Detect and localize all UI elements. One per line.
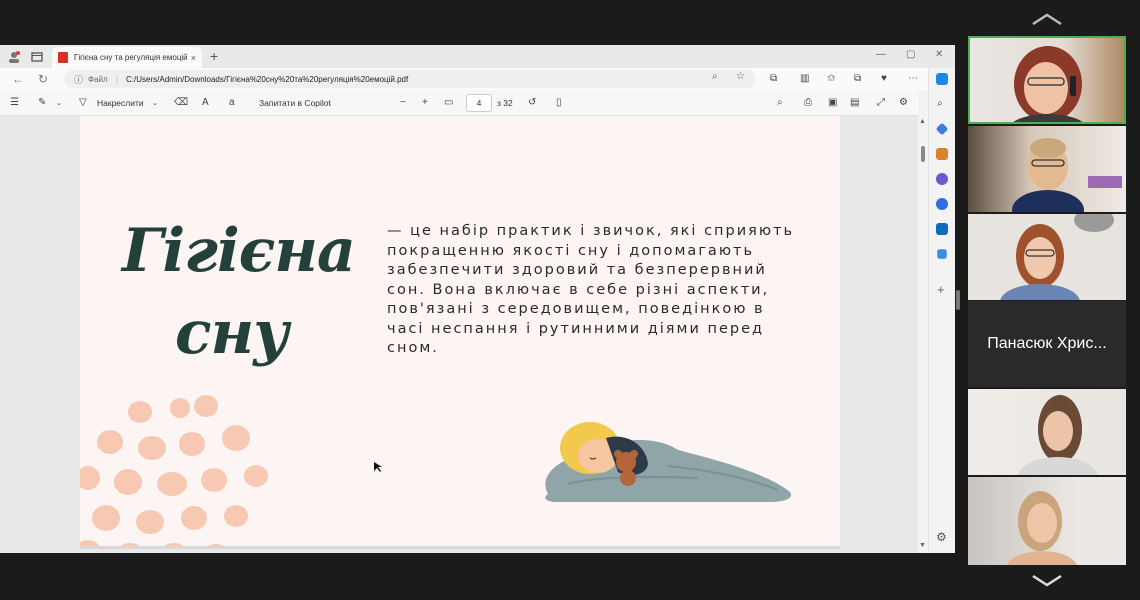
read-aloud-icon[interactable]: A xyxy=(202,97,209,108)
sleeping-child-illustration xyxy=(545,422,792,502)
screen: Гігієна сну та регуляція емоцій. × + — ▢… xyxy=(0,0,1140,600)
participant-video-5[interactable] xyxy=(968,477,1126,565)
zoom-in-button[interactable]: + xyxy=(422,97,428,108)
search-icon[interactable]: ⌕ xyxy=(777,97,783,108)
tab-bar: Гігієна сну та регуляція емоцій. × + — ▢… xyxy=(0,45,955,68)
participant-name: Панасюк Хрис... xyxy=(987,335,1107,352)
tab-close-icon[interactable]: × xyxy=(191,53,196,63)
page-bottom-edge xyxy=(80,546,840,549)
print-icon[interactable]: ⎙ xyxy=(804,97,812,108)
scroll-down-participants-icon[interactable] xyxy=(1030,574,1064,588)
profile-icon[interactable] xyxy=(8,50,20,63)
add-sidebar-app-icon[interactable]: + xyxy=(937,282,945,297)
pdf-page: Гігієна сну — це набір практик і звичок,… xyxy=(80,116,840,546)
translate-icon[interactable]: a xyxy=(229,97,235,108)
participant-avatar xyxy=(1013,46,1083,122)
url-field[interactable]: ⓘ Файл | C:/Users/Admin/Downloads/Гігієн… xyxy=(64,70,756,88)
scroll-up-icon[interactable]: ▲ xyxy=(919,118,926,125)
outlook-icon[interactable] xyxy=(936,223,948,235)
tab-pdf[interactable]: Гігієна сну та регуляція емоцій. × xyxy=(52,47,202,68)
collections-icon[interactable]: ⧉ xyxy=(854,73,861,84)
eraser-icon[interactable]: ⌫ xyxy=(174,97,188,108)
info-icon[interactable]: ⓘ xyxy=(74,73,83,86)
zoom-out-button[interactable]: − xyxy=(400,97,406,108)
page-total: з 32 xyxy=(497,98,513,108)
tab-title: Гігієна сну та регуляція емоцій. xyxy=(74,53,187,62)
panel-resize-handle[interactable] xyxy=(956,290,960,310)
copilot-button[interactable]: Запитати в Copilot xyxy=(259,98,331,108)
participant-avatar xyxy=(1006,491,1078,565)
drop-icon[interactable] xyxy=(937,249,947,259)
new-tab-button[interactable]: + xyxy=(210,48,218,64)
fit-page-icon[interactable]: ▭ xyxy=(444,97,453,108)
draw-icon[interactable]: ▽ xyxy=(79,97,87,108)
favorite-star-icon[interactable]: ☆ xyxy=(736,71,745,82)
back-icon[interactable]: ← xyxy=(12,72,24,86)
close-icon[interactable]: ✕ xyxy=(935,49,943,60)
sidebar-search-icon[interactable]: ⌕ xyxy=(937,98,943,109)
highlight-icon[interactable]: ✎ xyxy=(38,97,46,108)
url-text: C:/Users/Admin/Downloads/Гігієна%20сну%2… xyxy=(126,74,409,84)
microsoft365-icon[interactable] xyxy=(936,198,948,210)
edge-sidebar: ⌕ + ⚙ xyxy=(928,68,955,553)
shopping-tag-icon[interactable] xyxy=(935,122,949,136)
copilot-icon[interactable] xyxy=(936,73,948,85)
participant-name-tile[interactable]: Панасюк Хрис... xyxy=(968,301,1126,387)
save-icon[interactable]: ▣ xyxy=(828,97,837,108)
participant-video-1[interactable] xyxy=(968,36,1126,124)
participant-avatar xyxy=(1018,395,1098,475)
url-separator: | xyxy=(115,74,119,84)
scroll-down-icon[interactable]: ▼ xyxy=(919,542,926,549)
split-screen-icon[interactable]: ▥ xyxy=(800,73,809,84)
draw-dropdown-icon[interactable]: ⌄ xyxy=(152,99,158,107)
contents-icon[interactable]: ☰ xyxy=(10,97,19,108)
participant-avatar xyxy=(1000,214,1114,300)
favorites-icon[interactable]: ✩ xyxy=(827,73,835,84)
fullscreen-icon[interactable]: ⤢ xyxy=(877,97,885,108)
tab-actions-icon[interactable] xyxy=(31,50,43,62)
more-menu-icon[interactable]: ⋯ xyxy=(908,73,918,84)
draw-button[interactable]: Накреслити xyxy=(97,98,144,108)
games-icon[interactable] xyxy=(936,173,948,185)
browser-window: Гігієна сну та регуляція емоцій. × + — ▢… xyxy=(0,45,955,553)
minimize-icon[interactable]: — xyxy=(876,49,886,60)
settings-gear-icon[interactable]: ⚙ xyxy=(899,97,908,108)
scroll-up-participants-icon[interactable] xyxy=(1030,12,1064,26)
address-bar: ← ↻ ⓘ Файл | C:/Users/Admin/Downloads/Гі… xyxy=(0,68,955,90)
scrollbar-thumb[interactable] xyxy=(921,146,925,162)
highlight-dropdown-icon[interactable]: ⌄ xyxy=(56,99,62,107)
slide-title-line2: сну xyxy=(175,298,289,368)
slide-body-text: — це набір практик і звичок, які сприяют… xyxy=(387,223,795,356)
rotate-icon[interactable]: ↺ xyxy=(528,97,536,108)
url-scheme-label: Файл xyxy=(88,74,108,84)
browser-essentials-icon[interactable]: ♥ xyxy=(881,73,887,84)
save-as-icon[interactable]: ▤ xyxy=(850,97,859,108)
pdf-viewer[interactable]: Гігієна сну — це набір практик і звичок,… xyxy=(0,116,918,553)
zoom-icon[interactable]: ⌕ xyxy=(712,71,718,82)
participant-avatar xyxy=(1012,138,1122,212)
mouse-cursor-icon xyxy=(374,462,382,472)
pdf-icon xyxy=(58,52,68,63)
participant-video-3[interactable] xyxy=(968,214,1126,300)
slide-title-line1: Гігієна xyxy=(122,216,356,286)
participant-video-2[interactable] xyxy=(968,126,1126,212)
decorative-dots xyxy=(80,395,268,546)
sidebar-settings-icon[interactable]: ⚙ xyxy=(936,530,947,544)
vertical-scrollbar[interactable]: ▲ ▼ xyxy=(918,116,928,553)
extensions-icon[interactable]: ⧉ xyxy=(770,73,777,84)
tools-icon[interactable] xyxy=(936,148,948,160)
maximize-icon[interactable]: ▢ xyxy=(906,49,915,60)
refresh-icon[interactable]: ↻ xyxy=(38,72,48,86)
pdf-toolbar: ☰ ✎ ⌄ ▽ Накреслити ⌄ ⌫ A a Запитати в Co… xyxy=(0,90,918,116)
page-view-icon[interactable]: ▯ xyxy=(556,97,562,108)
page-number-input[interactable]: 4 xyxy=(466,94,492,112)
participant-video-4[interactable] xyxy=(968,389,1126,475)
